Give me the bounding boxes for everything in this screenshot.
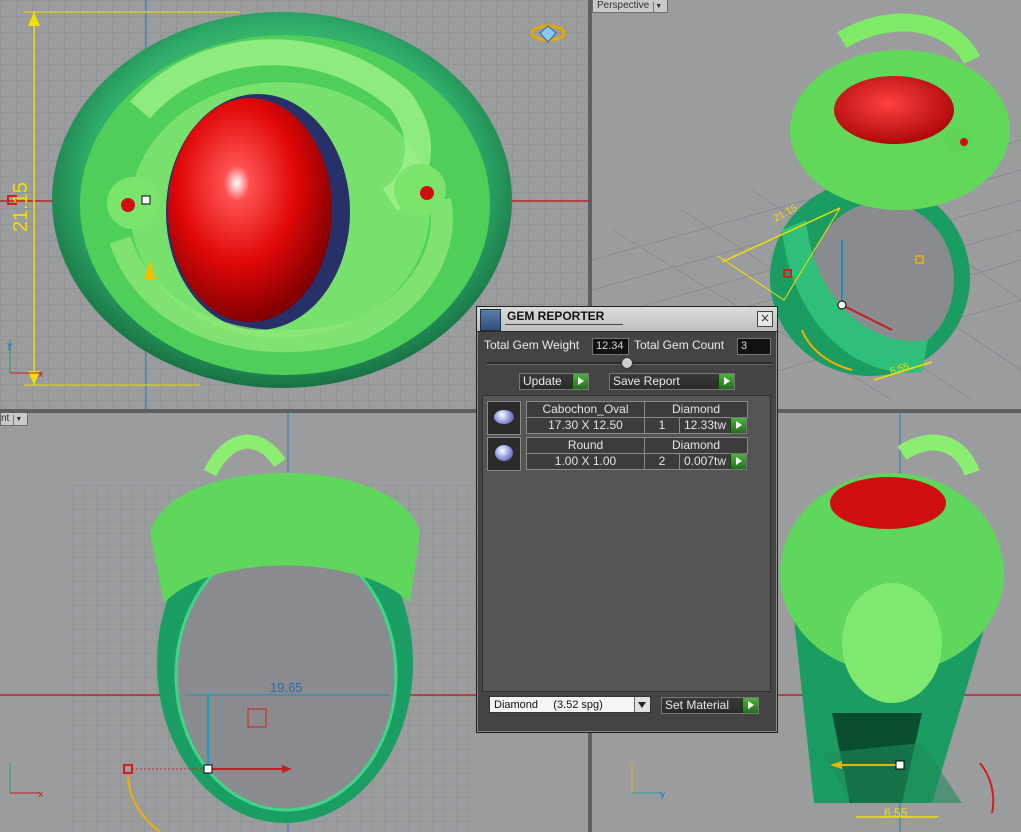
dimension-label-height: 21.15 [10,181,32,232]
viewport-name-tab[interactable]: Perspective ▼ [592,0,669,13]
set-material-button[interactable]: Set Material [661,697,759,714]
title-underline [505,324,623,325]
svg-text:y: y [660,790,666,800]
total-gem-weight-value: 12.34 [592,338,629,355]
cabochon-oval-gem-icon [487,401,521,435]
total-gem-count-value: 3 [737,338,771,355]
play-icon [718,374,734,389]
play-icon [730,454,746,469]
viewport-name-label: Perspective [597,0,650,11]
gem-weight: 12.33tw [679,417,731,434]
svg-text:x: x [38,790,44,800]
total-gem-count-label: Total Gem Count [634,338,725,352]
splitter-handle[interactable] [621,357,633,369]
gem-cut: Round [526,437,645,454]
chevron-down-icon[interactable]: ▼ [13,415,23,425]
viewport-name-label: nt [1,413,10,424]
save-report-button[interactable]: Save Report [609,373,735,390]
gem-cut: Cabochon_Oval [526,401,645,418]
set-material-button-label: Set Material [665,698,730,712]
gem-size: 17.30 X 12.50 [526,417,645,434]
total-gem-weight-label: Total Gem Weight [484,338,580,352]
chevron-down-icon[interactable]: ▼ [653,2,663,12]
play-icon [742,698,758,713]
gem-select-button[interactable] [730,417,747,434]
title-bar[interactable]: GEM REPORTER × [477,307,777,332]
material-select-value: Diamond (3.52 spg) [494,699,603,711]
material-select[interactable]: Diamond (3.52 spg) [489,696,651,713]
list-item[interactable]: Cabochon_Oval Diamond 17.30 X 12.50 1 12… [487,401,749,435]
window-title: GEM REPORTER [507,309,605,323]
gem-count: 1 [644,417,680,434]
svg-text:y: y [7,341,13,351]
round-gem-icon [487,437,521,471]
gem-size: 1.00 X 1.00 [526,453,645,470]
gem-reporter-window: GEM REPORTER × Total Gem Weight 12.34 To… [476,306,778,733]
list-item[interactable]: Round Diamond 1.00 X 1.00 2 0.007tw [487,437,749,471]
gem-select-button[interactable] [730,453,747,470]
play-icon [730,418,746,433]
save-report-button-label: Save Report [613,374,680,388]
dimension-label-width: 6.55 [884,806,908,820]
svg-text:x: x [38,370,44,380]
update-button[interactable]: Update [519,373,589,390]
update-button-label: Update [523,374,562,388]
gem-weight: 0.007tw [679,453,731,470]
viewport-name-tab[interactable]: nt ▼ [0,413,29,426]
gem-material: Diamond [644,437,748,454]
gem-list: Cabochon_Oval Diamond 17.30 X 12.50 1 12… [482,395,771,692]
dimension-label-diameter: 19.65 [270,680,303,695]
chevron-down-icon[interactable] [634,697,650,712]
play-icon [572,374,588,389]
gem-reporter-logo-icon [480,309,501,331]
gem-material: Diamond [644,401,748,418]
close-icon[interactable]: × [757,311,773,327]
gem-count: 2 [644,453,680,470]
